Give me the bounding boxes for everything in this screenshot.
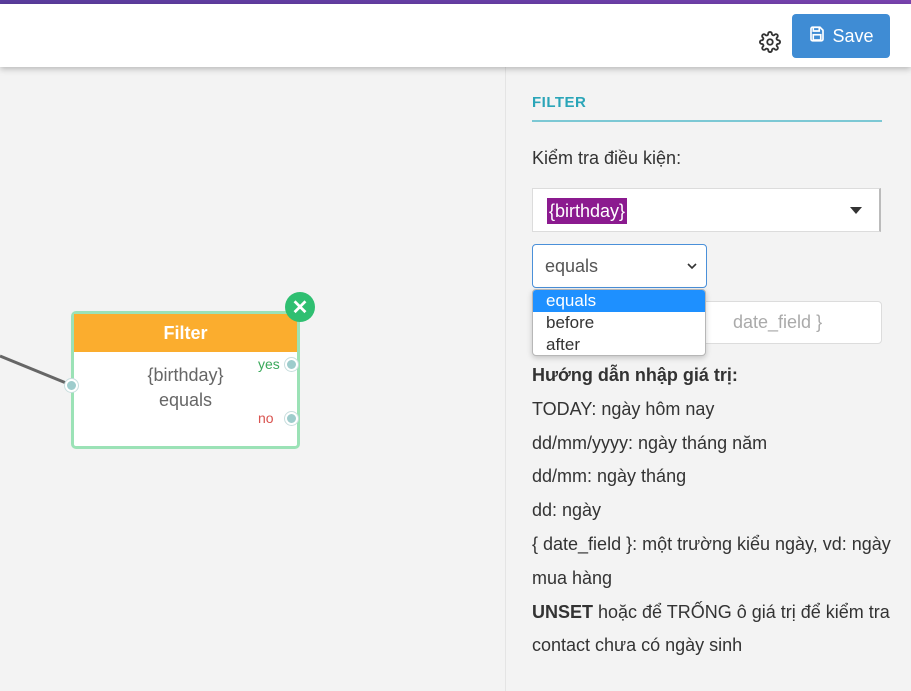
top-toolbar: Save [0,4,911,67]
no-port[interactable] [285,412,298,425]
workflow-canvas[interactable]: Filter {birthday} equals ✕ yes no [0,67,505,691]
gear-icon[interactable] [759,31,781,53]
condition-label: Kiểm tra điều kiện: [532,148,682,168]
caret-down-icon [850,207,862,214]
chevron-down-icon [687,263,697,270]
yes-port[interactable] [285,358,298,371]
guide-line-today: TODAY: ngày hôm nay [532,398,715,419]
panel-title-divider [532,120,882,122]
unset-keyword: UNSET [532,601,594,622]
node-title: Filter [74,314,297,352]
close-icon[interactable]: ✕ [285,292,315,322]
input-guide: Hướng dẫn nhập giá trị: TODAY: ngày hôm … [532,359,892,663]
value-placeholder: date_field } [733,312,823,332]
guide-line-day: dd: ngày [532,500,602,521]
operator-value: equals [545,256,599,276]
operator-select[interactable]: equals [532,244,707,288]
input-port[interactable] [65,379,78,392]
guide-line-unset: UNSET hoặc để TRỐNG ô giá trị để kiểm tr… [532,596,892,664]
floppy-disk-icon [808,25,826,48]
no-label: no [258,410,274,426]
save-button[interactable]: Save [792,14,890,58]
option-after[interactable]: after [533,334,705,355]
save-label: Save [832,25,874,46]
option-equals[interactable]: equals [533,290,705,312]
guide-title: Hướng dẫn nhập giá trị: [532,365,738,385]
operator-dropdown-list: equals before after [532,289,706,356]
guide-line-day-month: dd/mm: ngày tháng [532,466,687,487]
guide-line-full-date: dd/mm/yyyy: ngày tháng năm [532,432,768,453]
option-before[interactable]: before [533,312,705,334]
field-select[interactable]: {birthday} [532,188,881,232]
filter-node[interactable]: Filter {birthday} equals [71,311,300,449]
properties-panel: FILTER Kiểm tra điều kiện: {birthday} eq… [505,67,911,691]
guide-line-date-field: { date_field }: một trường kiểu ngày, vd… [532,533,891,588]
yes-label: yes [258,356,280,372]
panel-title: FILTER [532,94,587,111]
field-tag: {birthday} [547,198,628,224]
